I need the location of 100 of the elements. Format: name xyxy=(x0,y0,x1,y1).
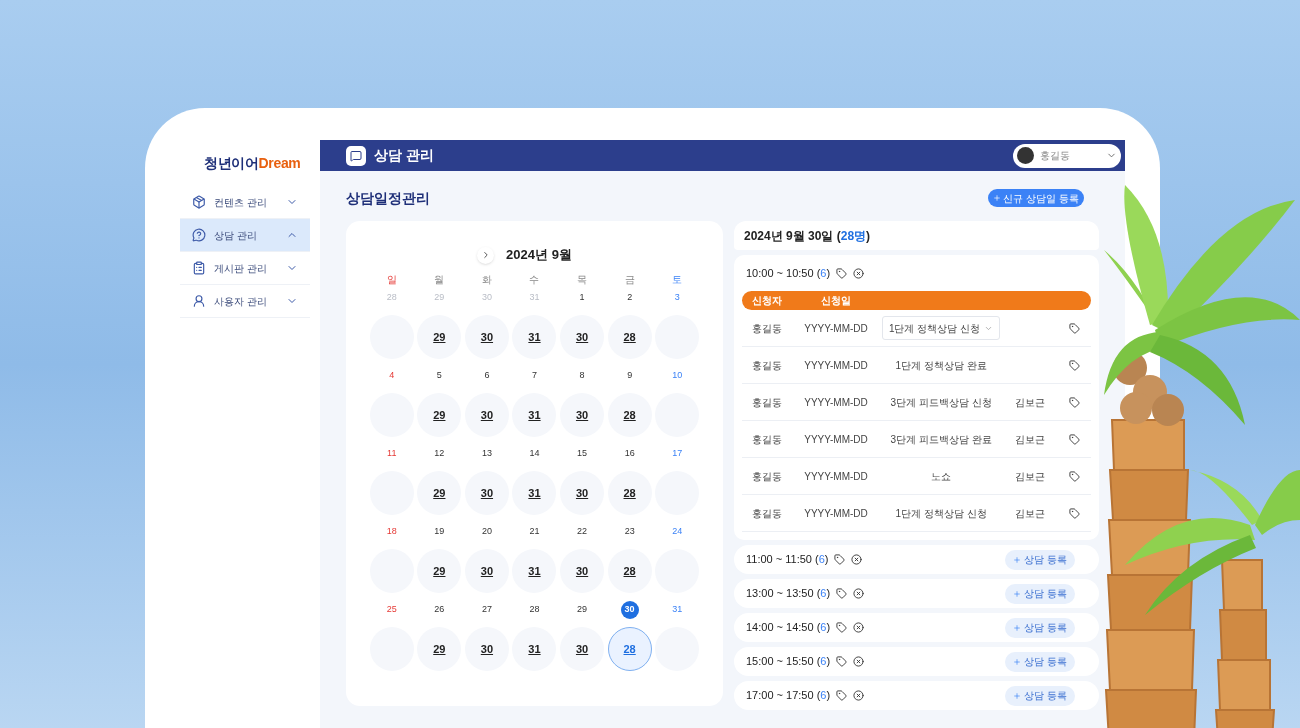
day-button[interactable]: 30 xyxy=(560,471,605,515)
day-button[interactable]: 28 xyxy=(607,471,652,515)
day-number: 14 xyxy=(529,447,540,461)
day-number: 3 xyxy=(674,291,680,305)
day-button[interactable]: 31 xyxy=(512,315,557,359)
time-slot-label: 13:00 ~ 13:50 (6) xyxy=(746,586,831,602)
table-cell-text: 홍길동 xyxy=(751,395,783,410)
day-button[interactable]: 29 xyxy=(417,549,462,593)
close-icon[interactable] xyxy=(853,690,865,701)
tag-icon[interactable] xyxy=(1069,322,1080,334)
day-number: 31 xyxy=(672,603,683,617)
weekday-label: 수 xyxy=(528,272,541,287)
table-cell-text: 노쇼 xyxy=(930,469,952,484)
day-button[interactable]: 30 xyxy=(560,627,605,671)
close-icon[interactable] xyxy=(853,588,865,599)
user-menu[interactable]: 홍길동 xyxy=(1013,143,1121,168)
date-heading: 2024년 9월 30일 (28명) xyxy=(744,227,871,245)
day-button[interactable]: 29 xyxy=(417,627,462,671)
table-cell-text: YYYY-MM-DD xyxy=(803,432,869,447)
register-button[interactable]: 상담 등록 xyxy=(1005,617,1075,638)
plus-icon xyxy=(993,194,1002,202)
table-cell-text: 1단계 정책상담 완료 xyxy=(894,358,988,373)
day-number: 2 xyxy=(627,291,633,305)
table-cell-text: 3단계 피드백상담 완료 xyxy=(889,432,993,447)
day-number: 29 xyxy=(577,603,588,617)
time-slot-card[interactable]: 14:00 ~ 14:50 (6) 상담 등록 xyxy=(734,613,1099,642)
table-cell-text: 홍길동 xyxy=(751,506,783,521)
table-cell-text: 김보근 xyxy=(1014,395,1046,410)
register-button[interactable]: 상담 등록 xyxy=(1005,685,1075,706)
day-number: 24 xyxy=(672,525,683,539)
register-button[interactable]: 상담 등록 xyxy=(1005,549,1075,570)
day-number: 25 xyxy=(386,603,397,617)
tag-icon[interactable] xyxy=(1069,433,1080,445)
tag-icon[interactable] xyxy=(836,656,848,667)
day-number: 31 xyxy=(529,291,540,305)
table-cell-text: 3단계 피드백상담 신청 xyxy=(889,395,993,410)
day-number: 8 xyxy=(579,369,585,383)
day-number: 5 xyxy=(436,369,442,383)
weekday-label: 화 xyxy=(480,272,493,287)
day-number: 27 xyxy=(481,603,492,617)
table-cell-text: YYYY-MM-DD xyxy=(803,395,869,410)
header-title: 상담 관리 xyxy=(374,146,434,165)
tag-icon[interactable] xyxy=(836,267,848,279)
day-button[interactable]: 30 xyxy=(464,393,509,437)
table-cell-text: 김보근 xyxy=(1014,432,1046,447)
day-button[interactable]: 31 xyxy=(512,393,557,437)
time-slot-label: 17:00 ~ 17:50 (6) xyxy=(746,688,831,704)
plus-icon xyxy=(1013,657,1022,666)
day-button[interactable]: 31 xyxy=(512,549,557,593)
day-button[interactable]: 30 xyxy=(560,549,605,593)
tag-icon[interactable] xyxy=(1069,396,1080,408)
register-button[interactable]: 상담 등록 xyxy=(1005,651,1075,672)
day-button[interactable]: 28 xyxy=(607,393,652,437)
day-button[interactable]: 30 xyxy=(464,627,509,671)
day-button[interactable]: 30 xyxy=(464,471,509,515)
tag-icon[interactable] xyxy=(834,554,846,565)
close-icon[interactable] xyxy=(853,622,865,633)
time-slot-card[interactable]: 13:00 ~ 13:50 (6) 상담 등록 xyxy=(734,579,1099,608)
table-cell-text: YYYY-MM-DD xyxy=(803,358,869,373)
day-button[interactable]: 31 xyxy=(512,471,557,515)
close-icon[interactable] xyxy=(853,656,865,667)
day-button[interactable]: 29 xyxy=(417,471,462,515)
plus-icon xyxy=(1013,589,1022,598)
weekday-label: 목 xyxy=(576,272,589,287)
status-dropdown[interactable]: 1단계 정책상담 신청 xyxy=(881,316,1001,340)
plus-icon xyxy=(1013,555,1022,564)
day-button[interactable]: 29 xyxy=(417,393,462,437)
day-button[interactable]: 30 xyxy=(560,315,605,359)
close-icon[interactable] xyxy=(853,267,865,279)
day-button[interactable]: 29 xyxy=(417,315,462,359)
time-slot-label: 11:00 ~ 11:50 (6) xyxy=(746,552,829,568)
tag-icon[interactable] xyxy=(1069,507,1080,519)
weekday-label: 금 xyxy=(623,272,636,287)
tag-icon[interactable] xyxy=(1069,359,1080,371)
sidebar-item[interactable]: 상담 관리 xyxy=(180,219,310,252)
time-slot-card[interactable]: 15:00 ~ 15:50 (6) 상담 등록 xyxy=(734,647,1099,676)
tag-icon[interactable] xyxy=(1069,470,1080,482)
tag-icon[interactable] xyxy=(836,588,848,599)
day-button[interactable]: 30 xyxy=(464,549,509,593)
table-cell-text: 홍길동 xyxy=(751,321,783,336)
day-button[interactable]: 31 xyxy=(512,627,557,671)
new-schedule-button[interactable]: 신규 상담일 등록 xyxy=(988,189,1084,207)
close-icon[interactable] xyxy=(851,554,863,565)
table-cell-text: 김보근 xyxy=(1014,506,1046,521)
day-number: 10 xyxy=(672,369,683,383)
tag-icon[interactable] xyxy=(836,690,848,701)
table-cell-text: 김보근 xyxy=(1014,469,1046,484)
day-button[interactable]: 30 xyxy=(560,393,605,437)
tag-icon[interactable] xyxy=(836,622,848,633)
time-slot-card[interactable]: 17:00 ~ 17:50 (6) 상담 등록 xyxy=(734,681,1099,710)
time-slot-card[interactable]: 11:00 ~ 11:50 (6) 상담 등록 xyxy=(734,545,1099,574)
day-button[interactable]: 28 xyxy=(607,627,652,671)
day-number: 17 xyxy=(672,447,683,461)
day-button[interactable]: 30 xyxy=(464,315,509,359)
register-button[interactable]: 상담 등록 xyxy=(1005,583,1075,604)
day-button[interactable]: 28 xyxy=(607,549,652,593)
time-slot-label: 10:00 ~ 10:50 (6) xyxy=(746,266,831,281)
day-number: 28 xyxy=(529,603,540,617)
weekday-label: 월 xyxy=(433,272,446,287)
day-button[interactable]: 28 xyxy=(607,315,652,359)
